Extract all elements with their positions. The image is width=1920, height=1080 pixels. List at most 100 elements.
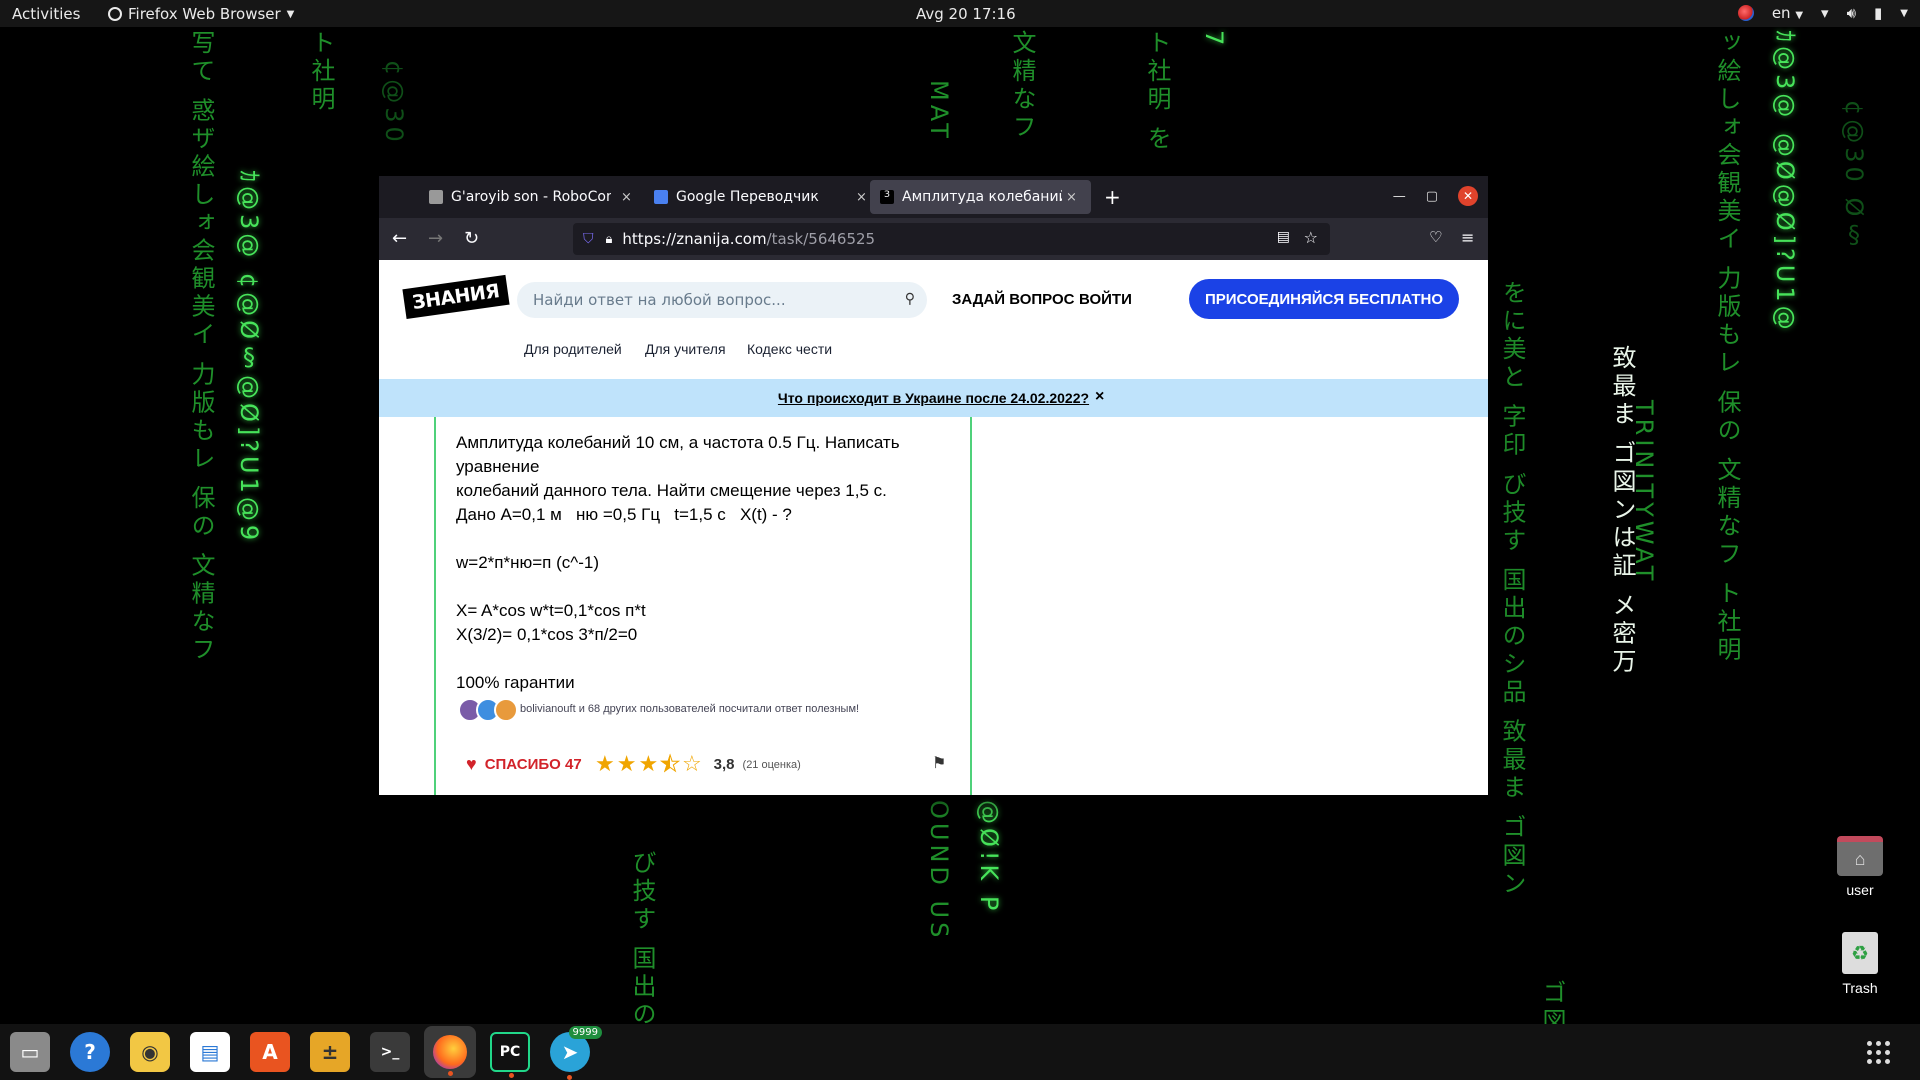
home-folder-label: user	[1846, 882, 1874, 898]
tab-title: G'aroyib son - RoboConte	[451, 189, 611, 205]
tab-close-icon[interactable]: ×	[621, 190, 632, 205]
trash-label: Trash	[1842, 980, 1878, 996]
software-icon[interactable]: A	[250, 1032, 290, 1072]
home-icon: ⌂	[1837, 836, 1883, 876]
znanija-favicon-icon: З	[880, 190, 894, 204]
lock-icon[interactable]: 🔒︎	[606, 232, 613, 247]
answer-line	[456, 647, 966, 671]
join-free-button[interactable]: ПРИСОЕДИНЯЙСЯ БЕСПЛАТНО	[1189, 279, 1459, 319]
star-icon[interactable]: ★	[638, 752, 658, 777]
running-indicator	[448, 1071, 453, 1076]
system-tray[interactable]: en ▼ ▾ 🔊︎ ▮ ▼	[1737, 4, 1908, 22]
rhythmbox-icon[interactable]: ◉	[130, 1032, 170, 1072]
app-name: Firefox Web Browser	[128, 5, 281, 23]
tab-roboconte[interactable]: G'aroyib son - RoboConte ×	[419, 180, 642, 214]
writer-icon[interactable]: ▤	[190, 1032, 230, 1072]
ukraine-banner: Что происходит в Украине после 24.02.202…	[379, 379, 1488, 417]
web-page: ЗНАНИЯ Найди ответ на любой вопрос... ⚲ …	[379, 260, 1488, 795]
menu-icon[interactable]: ≡	[1461, 228, 1474, 247]
chrome-indicator-icon[interactable]	[1737, 5, 1754, 21]
reload-button[interactable]: ↻	[464, 228, 479, 249]
report-flag-icon[interactable]: ⚑	[932, 753, 946, 772]
roboconte-favicon-icon	[429, 190, 443, 204]
app-menu[interactable]: Firefox Web Browser ▼	[108, 5, 294, 23]
telegram-badge: 9999	[568, 1026, 602, 1039]
running-indicator	[567, 1075, 572, 1080]
firefox-dock-icon[interactable]	[424, 1026, 476, 1078]
activities-button[interactable]: Activities	[12, 5, 80, 23]
bookmark-star-icon[interactable]: ☆	[1304, 228, 1318, 247]
chevron-down-icon: ▼	[1900, 7, 1908, 19]
maximize-button[interactable]: ▢	[1426, 189, 1438, 204]
banner-close-icon[interactable]: ×	[1095, 388, 1104, 406]
rating-count: (21 оценка)	[742, 758, 801, 771]
answer-line	[456, 527, 966, 551]
help-icon[interactable]: ?	[70, 1032, 110, 1072]
shield-icon[interactable]: ⛉	[583, 231, 594, 247]
avatar	[494, 698, 518, 722]
star-icon[interactable]: ★	[617, 752, 637, 777]
answer-line: X(3/2)= 0,1*cos 3*п/2=0	[456, 625, 638, 644]
files-icon[interactable]: ▭	[10, 1032, 50, 1072]
dock: ▭ ? ◉ ▤ A ± >_ PC ➤ 9999	[0, 1024, 1920, 1080]
new-tab-button[interactable]: +	[1104, 185, 1121, 209]
banner-link[interactable]: Что происходит в Украине после 24.02.202…	[778, 390, 1089, 406]
search-icon[interactable]: ⚲	[905, 291, 915, 307]
tab-close-icon[interactable]: ×	[856, 190, 867, 205]
login-link[interactable]: ВОЙТИ	[1079, 291, 1132, 308]
google-translate-icon	[654, 190, 668, 204]
close-window-button[interactable]: ✕	[1458, 186, 1478, 206]
honor-code-link[interactable]: Кодекс чести	[747, 341, 832, 357]
tab-title: Google Переводчик	[676, 189, 819, 205]
wifi-icon: ▾	[1821, 4, 1829, 22]
chevron-down-icon: ▼	[1795, 10, 1804, 21]
calculator-icon[interactable]: ±	[310, 1032, 350, 1072]
recycle-icon: ♻	[1842, 932, 1878, 974]
chevron-down-icon: ▼	[286, 8, 295, 20]
telegram-icon[interactable]: ➤ 9999	[550, 1026, 602, 1080]
tab-title: Амплитуда колебаний 1	[902, 189, 1062, 205]
trash-icon[interactable]: ♻ Trash	[1830, 932, 1890, 996]
pocket-icon[interactable]: ♡	[1429, 228, 1442, 246]
answer-text: Амплитуда колебаний 10 см, а частота 0.5…	[456, 431, 966, 695]
clock[interactable]: Avg 20 17:16	[916, 5, 1016, 23]
url-bar[interactable]: ⛉ 🔒︎ https://znanija.com/task/5646525 ▤ …	[573, 223, 1330, 255]
thanks-label: СПАСИБО 47	[484, 756, 582, 773]
home-folder-icon[interactable]: ⌂ user	[1830, 836, 1890, 898]
tab-close-icon[interactable]: ×	[1066, 190, 1077, 205]
url-host: https://znanija.com	[622, 230, 767, 248]
language-indicator[interactable]: en ▼	[1772, 4, 1803, 22]
window-controls: — ▢ ✕	[1393, 186, 1478, 206]
helpful-avatars	[458, 698, 518, 722]
show-applications-icon[interactable]	[1867, 1041, 1890, 1064]
browser-window: G'aroyib son - RoboConte × Google Перево…	[379, 176, 1488, 795]
star-icon[interactable]: ★	[595, 752, 615, 777]
znanija-logo[interactable]: ЗНАНИЯ	[402, 274, 510, 320]
thanks-button[interactable]: ♥ СПАСИБО 47	[466, 754, 582, 775]
forward-button[interactable]: →	[428, 228, 443, 249]
back-button[interactable]: ←	[392, 228, 407, 249]
for-parents-link[interactable]: Для родителей	[524, 341, 622, 357]
answer-card: Амплитуда колебаний 10 см, а частота 0.5…	[434, 417, 972, 795]
search-placeholder: Найди ответ на любой вопрос...	[533, 291, 786, 309]
tab-active-znanija[interactable]: З Амплитуда колебаний 1 ×	[870, 180, 1091, 214]
volume-icon: 🔊︎	[1846, 4, 1857, 22]
for-teachers-link[interactable]: Для учителя	[645, 341, 726, 357]
ask-question-link[interactable]: ЗАДАЙ ВОПРОС	[952, 291, 1074, 308]
star-empty-icon[interactable]: ☆	[682, 752, 702, 777]
tab-google-translate[interactable]: Google Переводчик ×	[644, 180, 877, 214]
pycharm-icon[interactable]: PC	[490, 1032, 530, 1078]
answer-line: Дано А=0,1 м ню =0,5 Гц t=1,5 c X(t) - ?	[456, 505, 792, 524]
search-input[interactable]: Найди ответ на любой вопрос... ⚲	[517, 282, 927, 318]
minimize-button[interactable]: —	[1393, 189, 1406, 204]
star-half-icon[interactable]: ★	[660, 752, 681, 778]
rating-value: 3,8	[713, 756, 735, 773]
helpful-text: bolivianouft и 68 других пользователей п…	[520, 703, 860, 715]
battery-icon: ▮	[1874, 4, 1883, 22]
tab-bar: G'aroyib son - RoboConte × Google Перево…	[379, 176, 1488, 218]
language-label: en	[1771, 4, 1791, 22]
answer-line: Амплитуда колебаний 10 см, а частота 0.5…	[456, 433, 900, 476]
terminal-icon[interactable]: >_	[370, 1032, 410, 1072]
rating-stars[interactable]: ★ ★ ★ ★ ☆ 3,8 (21 оценка)	[595, 752, 801, 778]
reader-mode-icon[interactable]: ▤	[1277, 229, 1290, 245]
